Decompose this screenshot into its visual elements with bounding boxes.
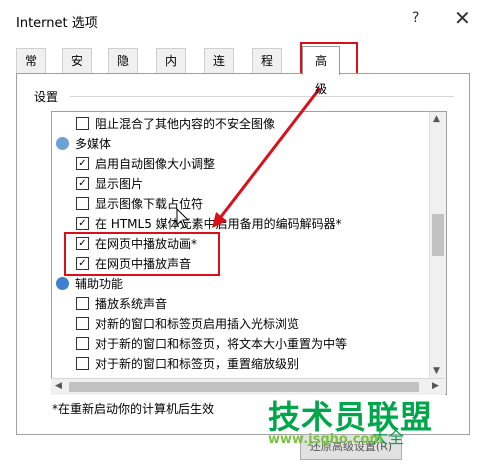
tab-advanced[interactable]: 高级	[302, 46, 341, 96]
restart-footnote: *在重新启动你的计算机后生效	[52, 402, 215, 416]
watermark-url: www.jsgho.com	[268, 432, 383, 447]
mouse-cursor-icon	[176, 208, 190, 229]
